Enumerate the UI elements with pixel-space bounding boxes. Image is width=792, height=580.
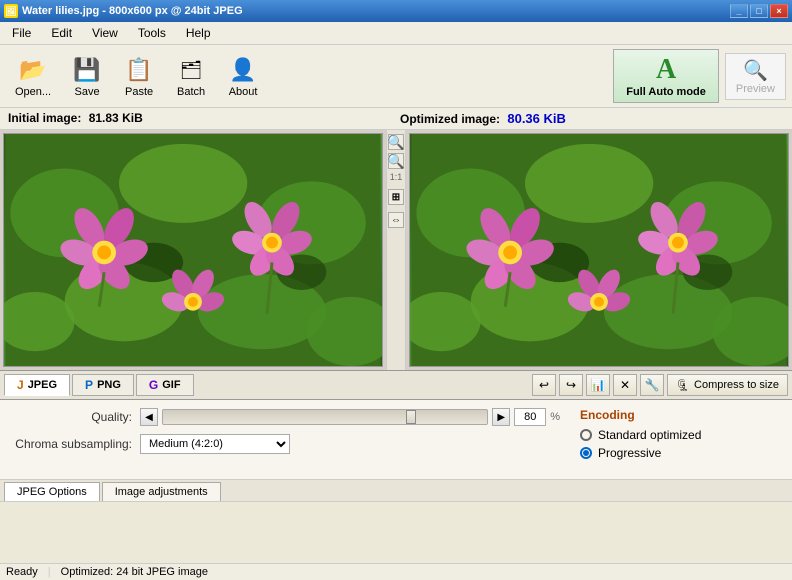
optimized-image-panel: [409, 133, 789, 367]
jpeg-tab-icon: J: [17, 378, 24, 392]
quality-decrease-button[interactable]: ◀: [140, 408, 158, 426]
original-image: [4, 134, 382, 366]
image-area: 🔍 🔍 1:1 ⊞ ⇔: [0, 130, 792, 370]
preview-icon: 🔍: [743, 58, 768, 83]
optimized-image-info: Optimized image: 80.36 KiB: [392, 111, 784, 126]
png-tab-icon: P: [85, 378, 93, 392]
zoom-controls: 🔍 🔍 1:1 ⊞ ⇔: [386, 130, 406, 370]
options-left: Quality: ◀ ▶ 80 % Chroma subsampling: No…: [12, 408, 560, 471]
quality-slider-track[interactable]: [162, 409, 488, 425]
compress-icon: 🗜: [676, 379, 690, 392]
paste-button[interactable]: 📋 Paste: [114, 49, 164, 103]
settings-button[interactable]: 🔧: [640, 374, 664, 396]
fit-window-button[interactable]: ⊞: [388, 189, 404, 205]
quality-increase-button[interactable]: ▶: [492, 408, 510, 426]
quality-value-display[interactable]: 80: [514, 408, 546, 426]
window-title: Water lilies.jpg - 800x600 px @ 24bit JP…: [22, 5, 243, 17]
tab-png[interactable]: P PNG: [72, 374, 134, 396]
open-icon: 📂: [17, 54, 49, 86]
zoom-out-button[interactable]: 🔍: [388, 153, 404, 169]
full-auto-button[interactable]: A Full Auto mode: [613, 49, 719, 103]
title-bar: 🖼 Water lilies.jpg - 800x600 px @ 24bit …: [0, 0, 792, 22]
quality-label: Quality:: [12, 410, 132, 424]
tab-actions: ↩ ↪ 📊 ✕ 🔧 🗜 Compress to size: [532, 374, 788, 396]
zoom-in-button[interactable]: 🔍: [388, 134, 404, 150]
batch-icon: 🗂: [175, 54, 207, 86]
reset-button[interactable]: ✕: [613, 374, 637, 396]
format-tabs-bar: J JPEG P PNG G GIF ↩ ↪ 📊 ✕ 🔧 🗜 Compress …: [0, 370, 792, 400]
maximize-button[interactable]: □: [750, 4, 768, 18]
progressive-radio[interactable]: [580, 447, 592, 459]
chroma-row: Chroma subsampling: None (4:4:4) Low (4:…: [12, 434, 560, 454]
image-info-bar: Initial image: 81.83 KiB Optimized image…: [0, 108, 792, 130]
original-image-panel: [3, 133, 383, 367]
status-bar: Ready | Optimized: 24 bit JPEG image: [0, 563, 792, 580]
optimized-image-svg: [410, 134, 788, 366]
minimize-button[interactable]: _: [730, 4, 748, 18]
quality-row: Quality: ◀ ▶ 80 %: [12, 408, 560, 426]
menu-bar: File Edit View Tools Help: [0, 22, 792, 45]
quality-slider-thumb[interactable]: [406, 410, 416, 424]
bottom-tabs-bar: JPEG Options Image adjustments: [0, 480, 792, 502]
full-auto-icon: A: [656, 54, 676, 86]
tab-gif[interactable]: G GIF: [136, 374, 194, 396]
save-button[interactable]: 💾 Save: [62, 49, 112, 103]
menu-edit[interactable]: Edit: [43, 24, 80, 42]
batch-button[interactable]: 🗂 Batch: [166, 49, 216, 103]
standard-optimized-option: Standard optimized: [580, 428, 780, 442]
tab-jpeg[interactable]: J JPEG: [4, 374, 70, 396]
window-controls: _ □ ×: [730, 4, 788, 18]
quality-slider-container: ◀ ▶ 80 %: [140, 408, 560, 426]
status-ready: Ready: [6, 566, 38, 578]
original-image-svg: [4, 134, 382, 366]
encoding-title: Encoding: [580, 408, 780, 422]
close-button[interactable]: ×: [770, 4, 788, 18]
save-icon: 💾: [71, 54, 103, 86]
menu-file[interactable]: File: [4, 24, 39, 42]
menu-tools[interactable]: Tools: [130, 24, 174, 42]
about-button[interactable]: 👤 About: [218, 49, 268, 103]
menu-help[interactable]: Help: [178, 24, 219, 42]
initial-image-info: Initial image: 81.83 KiB: [8, 111, 392, 126]
tab-image-adjustments[interactable]: Image adjustments: [102, 482, 221, 501]
redo-button[interactable]: ↪: [559, 374, 583, 396]
tab-jpeg-options[interactable]: JPEG Options: [4, 482, 100, 501]
preview-button[interactable]: 🔍 Preview: [725, 53, 786, 100]
histogram-button[interactable]: 📊: [586, 374, 610, 396]
app-icon: 🖼: [4, 4, 18, 18]
open-button[interactable]: 📂 Open...: [6, 49, 60, 103]
compress-to-size-button[interactable]: 🗜 Compress to size: [667, 374, 788, 396]
about-icon: 👤: [227, 54, 259, 86]
optimized-image: [410, 134, 788, 366]
options-panel: Quality: ◀ ▶ 80 % Chroma subsampling: No…: [0, 400, 792, 480]
standard-radio[interactable]: [580, 429, 592, 441]
paste-icon: 📋: [123, 54, 155, 86]
undo-button[interactable]: ↩: [532, 374, 556, 396]
chroma-subsampling-select[interactable]: None (4:4:4) Low (4:1:1) Medium (4:2:0) …: [140, 434, 290, 454]
toolbar: 📂 Open... 💾 Save 📋 Paste 🗂 Batch 👤 About…: [0, 45, 792, 108]
zoom-ratio-label: 1:1: [390, 172, 403, 182]
sync-view-button[interactable]: ⇔: [388, 212, 404, 228]
progressive-option: Progressive: [580, 446, 780, 460]
quality-percent-label: %: [550, 411, 560, 423]
chroma-label: Chroma subsampling:: [12, 437, 132, 451]
status-optimized: Optimized: 24 bit JPEG image: [61, 566, 208, 578]
gif-tab-icon: G: [149, 378, 158, 392]
encoding-section: Encoding Standard optimized Progressive: [580, 408, 780, 471]
menu-view[interactable]: View: [84, 24, 126, 42]
